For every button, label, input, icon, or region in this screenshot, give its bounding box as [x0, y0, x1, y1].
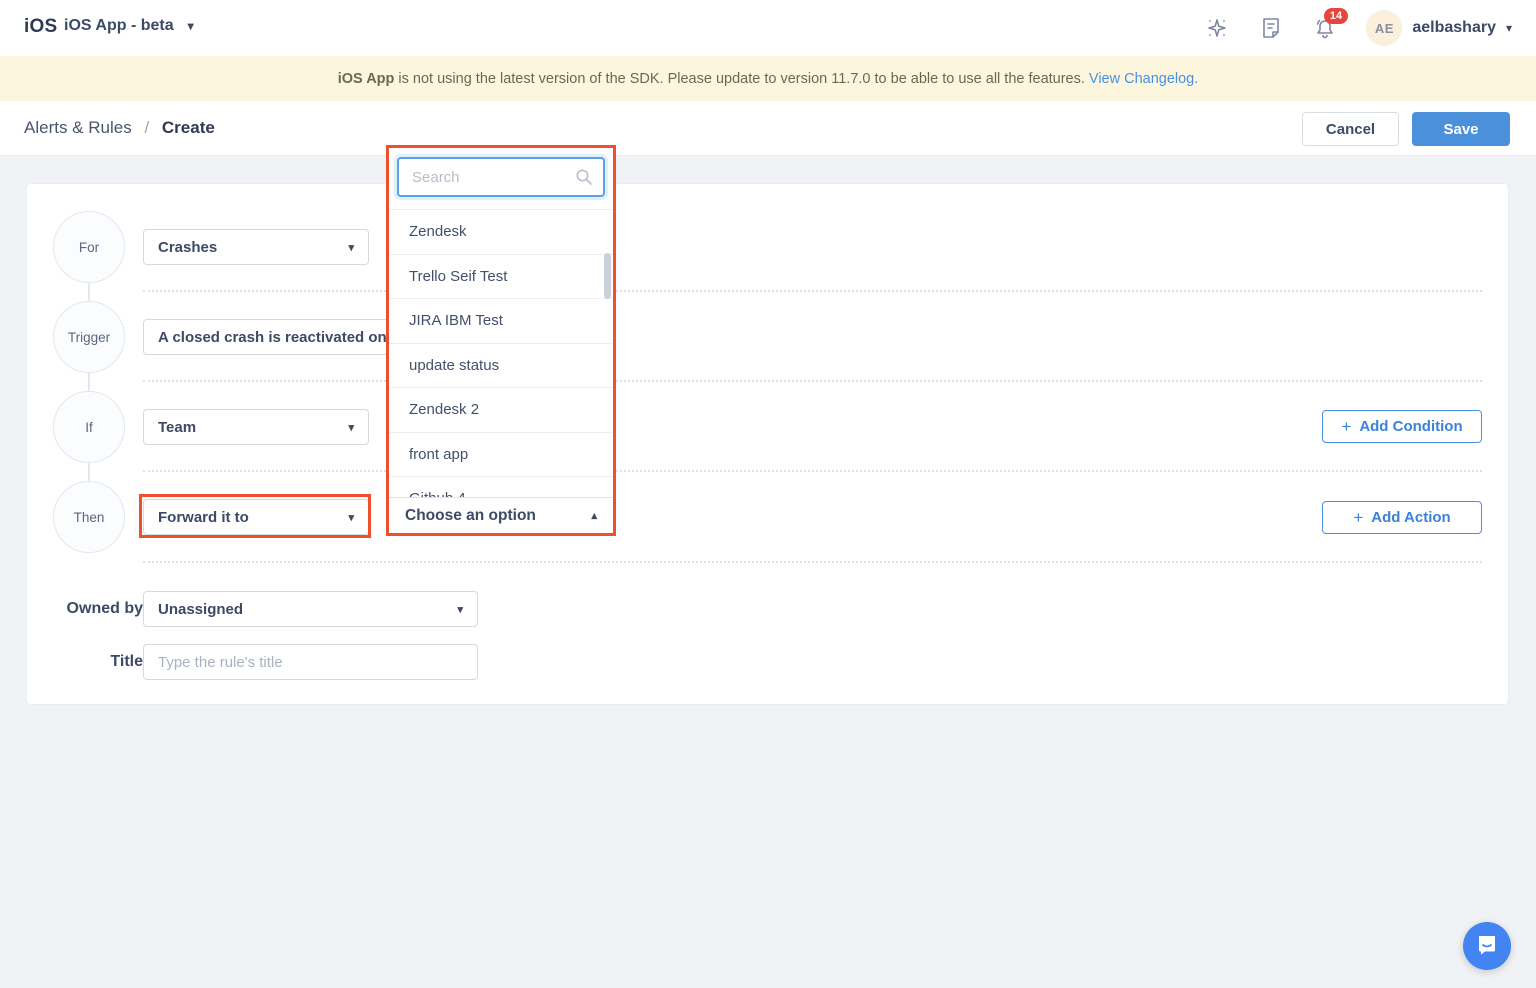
if-select-value: Team: [158, 419, 196, 436]
add-action-button[interactable]: + Add Action: [1322, 501, 1482, 534]
then-select-value: Forward it to: [158, 509, 249, 526]
chevron-up-icon: ▴: [591, 509, 597, 522]
app-logo: iOS: [24, 16, 57, 38]
release-notes-document-icon[interactable]: [1258, 15, 1284, 41]
add-condition-label: Add Condition: [1359, 418, 1462, 435]
chevron-down-icon: ▾: [188, 19, 194, 33]
separator-dotted: [143, 380, 1482, 382]
dropdown-option[interactable]: Zendesk 2: [389, 388, 613, 433]
content-area: For Crashes ▾ Trigger A closed crash is …: [0, 156, 1536, 988]
step-circle-for: For: [53, 211, 125, 283]
username-label: aelbashary: [1412, 19, 1496, 37]
chat-bubble-icon: [1475, 932, 1499, 961]
search-icon: [575, 168, 593, 186]
page-header: Alerts & Rules / Create Cancel Save: [0, 101, 1536, 156]
step-label-trigger: Trigger: [68, 330, 110, 345]
owned-by-select[interactable]: Unassigned ▾: [143, 591, 478, 627]
top-navigation-bar: iOS iOS App - beta ▾: [0, 0, 1536, 56]
step-connector: [88, 283, 90, 301]
dropdown-option[interactable]: Github 4: [389, 477, 613, 497]
user-menu[interactable]: AE aelbashary ▾: [1366, 10, 1512, 46]
nav-icon-group: 14 AE aelbashary ▾: [1204, 0, 1512, 56]
app-selector-label: iOS App - beta: [64, 17, 174, 34]
step-label-then: Then: [74, 510, 105, 525]
dropdown-option[interactable]: update status: [389, 344, 613, 389]
step-label-for: For: [79, 240, 99, 255]
separator-dotted: [143, 290, 1482, 292]
add-condition-button[interactable]: + Add Condition: [1322, 410, 1482, 443]
plus-icon: +: [1353, 508, 1363, 528]
breadcrumb-page-title: Create: [162, 118, 215, 137]
step-circle-if: If: [53, 391, 125, 463]
chevron-down-icon: ▾: [348, 511, 354, 524]
app-page: iOS iOS App - beta ▾: [0, 0, 1536, 988]
step-circle-then: Then: [53, 481, 125, 553]
dropdown-search-box[interactable]: [397, 157, 605, 197]
banner-message: is not using the latest version of the S…: [398, 71, 1085, 87]
breadcrumb-divider: /: [144, 118, 149, 137]
owned-by-select-value: Unassigned: [158, 601, 243, 618]
choose-option-select[interactable]: Choose an option ▴: [389, 497, 613, 533]
cancel-button[interactable]: Cancel: [1302, 112, 1399, 146]
trigger-select-value: A closed crash is reactivated on a: [158, 329, 399, 346]
step-connector: [88, 373, 90, 391]
plus-icon: +: [1341, 417, 1351, 437]
for-select-value: Crashes: [158, 239, 217, 256]
app-selector-dropdown[interactable]: iOS App - beta ▾: [64, 17, 194, 35]
for-select[interactable]: Crashes ▾: [143, 229, 369, 265]
title-label: Title: [43, 653, 143, 671]
dropdown-option[interactable]: JIRA IBM Test: [389, 299, 613, 344]
dropdown-options-list: ZendeskTrello Seif TestJIRA IBM Testupda…: [389, 209, 613, 497]
step-connector: [88, 463, 90, 481]
whats-new-sparkle-icon[interactable]: [1204, 15, 1230, 41]
chevron-down-icon: ▾: [457, 603, 463, 616]
rule-title-input[interactable]: [143, 644, 478, 680]
breadcrumb-section[interactable]: Alerts & Rules: [24, 118, 132, 137]
breadcrumb: Alerts & Rules / Create: [24, 118, 215, 138]
dropdown-scrollbar-thumb[interactable]: [604, 253, 611, 299]
separator-dotted: [143, 561, 1482, 563]
chevron-down-icon: ▾: [1506, 21, 1512, 35]
if-select[interactable]: Team ▾: [143, 409, 369, 445]
dropdown-option[interactable]: Zendesk: [389, 210, 613, 255]
notifications-bell-icon[interactable]: 14: [1312, 15, 1338, 41]
rule-builder-card: For Crashes ▾ Trigger A closed crash is …: [26, 183, 1509, 705]
chevron-down-icon: ▾: [348, 241, 354, 254]
notification-count-badge: 14: [1324, 8, 1347, 24]
forward-options-dropdown-panel: ZendeskTrello Seif TestJIRA IBM Testupda…: [386, 145, 616, 536]
then-select[interactable]: Forward it to ▾: [143, 499, 369, 535]
chat-launcher-button[interactable]: [1463, 922, 1511, 970]
sdk-update-banner: iOS App is not using the latest version …: [0, 56, 1536, 101]
owned-by-label: Owned by: [43, 600, 143, 618]
avatar: AE: [1366, 10, 1402, 46]
save-button[interactable]: Save: [1412, 112, 1510, 146]
dropdown-option[interactable]: front app: [389, 433, 613, 478]
view-changelog-link[interactable]: View Changelog.: [1089, 71, 1198, 87]
banner-app-name: iOS App: [338, 71, 395, 87]
dropdown-search-input[interactable]: [412, 169, 572, 186]
chevron-down-icon: ▾: [348, 421, 354, 434]
choose-option-value: Choose an option: [405, 507, 536, 525]
step-label-if: If: [85, 420, 93, 435]
separator-dotted: [143, 470, 1482, 472]
step-circle-trigger: Trigger: [53, 301, 125, 373]
dropdown-option[interactable]: Trello Seif Test: [389, 255, 613, 300]
add-action-label: Add Action: [1371, 509, 1450, 526]
